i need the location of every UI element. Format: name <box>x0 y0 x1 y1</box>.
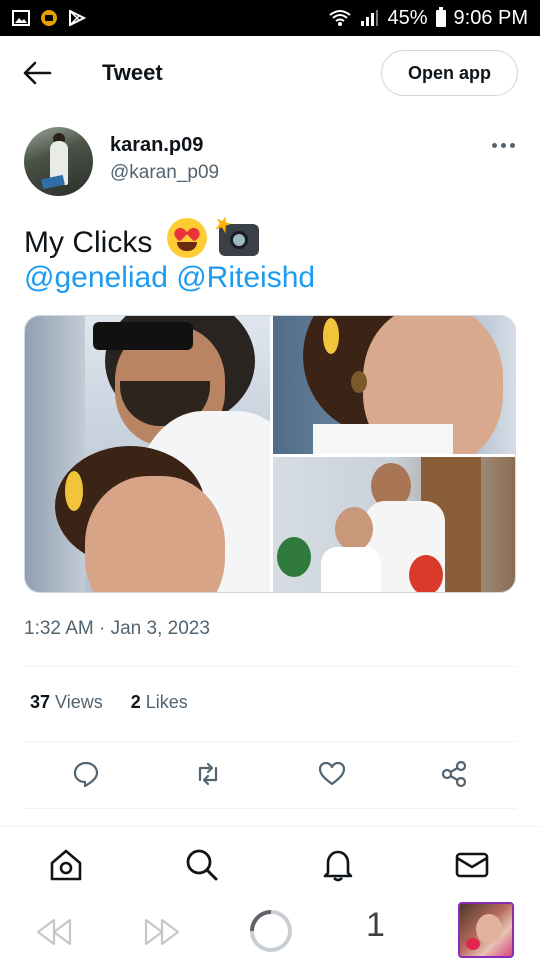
rewind-icon[interactable] <box>34 916 74 948</box>
photo-shirt-2 <box>313 424 453 454</box>
gallery-icon <box>12 10 30 26</box>
media-grid <box>24 315 516 593</box>
open-app-button[interactable]: Open app <box>381 50 518 96</box>
battery-percent: 45% <box>387 6 428 29</box>
search-icon[interactable] <box>184 847 220 883</box>
loading-spinner-icon <box>250 910 292 952</box>
likes-stat[interactable]: 2 Likes <box>131 692 188 713</box>
views-count: 37 <box>30 692 51 712</box>
camera-flash-emoji-icon <box>219 224 260 256</box>
photo-flower <box>65 471 83 511</box>
photo-building-detail <box>25 316 85 592</box>
like-icon[interactable] <box>318 760 346 788</box>
app-notification-icon <box>41 10 57 26</box>
views-label: Views <box>55 692 103 712</box>
tweet-photo-1[interactable] <box>25 316 270 592</box>
photo-woman-dress-3 <box>321 547 381 592</box>
profile-thumbnail[interactable] <box>458 902 514 958</box>
clock: 9:06 PM <box>453 6 528 29</box>
top-bar: Tweet Open app <box>0 36 540 110</box>
tweet-stats: 37 Views 2 Likes <box>30 692 188 713</box>
signal-icon <box>361 10 379 26</box>
thumb-heart <box>466 938 480 950</box>
play-store-icon <box>69 10 86 26</box>
likes-label: Likes <box>145 692 188 712</box>
photo-woman-head-3 <box>335 507 373 551</box>
share-icon[interactable] <box>440 760 468 788</box>
photo-sunglasses <box>93 322 193 350</box>
divider <box>24 808 516 809</box>
thumb-face <box>476 914 502 944</box>
photo-woman-face <box>85 476 225 592</box>
divider <box>24 741 516 742</box>
photo-red-bag <box>409 555 443 592</box>
reply-icon[interactable] <box>72 760 100 788</box>
home-icon[interactable] <box>48 847 84 883</box>
author-name[interactable]: karan.p09 <box>110 134 203 157</box>
battery-icon <box>435 6 446 27</box>
photo-earring <box>351 371 367 393</box>
photo-flower-2 <box>323 318 339 354</box>
views-stat[interactable]: 37 Views <box>30 692 103 713</box>
notifications-icon[interactable] <box>320 847 356 883</box>
back-arrow-icon[interactable] <box>22 60 52 86</box>
tweet-text: My Clicks <box>24 218 260 263</box>
photo-plant <box>277 537 311 577</box>
tweet-photo-3[interactable] <box>273 457 515 592</box>
tab-count[interactable]: 1 <box>366 906 385 945</box>
likes-count: 2 <box>130 692 141 712</box>
heart-eyes-emoji-icon <box>166 218 207 258</box>
tweet-mentions[interactable]: @geneliad @Riteishd <box>24 258 315 298</box>
avatar-person-legs <box>41 174 65 190</box>
action-bar <box>24 760 516 790</box>
fast-forward-icon[interactable] <box>142 916 182 948</box>
status-bar: 45% 9:06 PM <box>0 0 540 36</box>
page-title: Tweet <box>102 60 163 85</box>
wifi-icon <box>329 10 352 26</box>
tweet-text-content: My Clicks <box>24 226 153 259</box>
retweet-icon[interactable] <box>194 760 222 788</box>
author-handle[interactable]: @karan_p09 <box>110 162 219 184</box>
more-options-icon[interactable] <box>492 138 516 152</box>
tweet-photo-2[interactable] <box>273 316 515 454</box>
bottom-nav <box>0 826 540 902</box>
tweet-timestamp: 1:32 AM · Jan 3, 2023 <box>24 618 210 639</box>
divider <box>24 666 516 667</box>
author-avatar[interactable] <box>24 127 93 196</box>
messages-icon[interactable] <box>454 847 490 883</box>
